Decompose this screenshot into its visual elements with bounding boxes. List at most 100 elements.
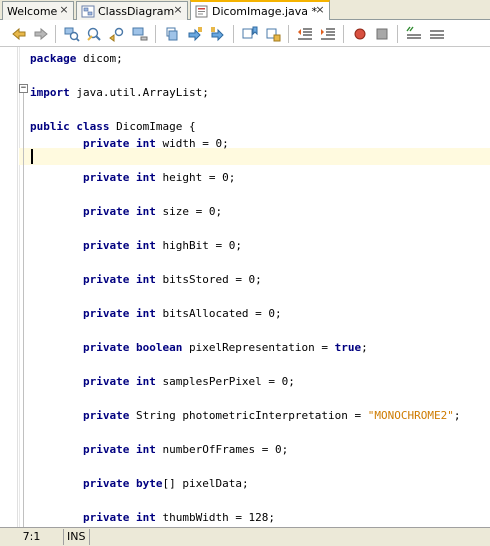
diagram-file-icon [81,5,95,18]
string-token: "MONOCHROME2" [367,409,454,422]
keyword-token: int [135,171,156,184]
code-line[interactable]: private String photometricInterpretation… [30,407,461,424]
close-icon[interactable]: × [315,4,325,15]
keyword-token: byte [135,477,163,490]
next-error-icon[interactable] [264,25,282,43]
code-token: bitsAllocated = 0; [155,307,282,320]
keyword-token: boolean [135,341,183,354]
keyword-token: private [82,409,130,422]
keyword-token: public [30,120,70,133]
code-line[interactable]: public class DicomImage { [30,118,196,135]
status-bar: 7:1 INS [0,527,490,546]
code-token: [] pixelData; [162,477,249,490]
code-line[interactable]: private int samplesPerPixel = 0; [30,373,295,390]
tab-classdiagram-label: ClassDiagram [98,4,175,18]
keyword-token: class [76,120,110,133]
code-line[interactable]: private int thumbWidth = 128; [30,509,275,526]
fold-margin [19,47,20,527]
code-line[interactable]: private int height = 0; [30,169,235,186]
code-token: highBit = 0; [155,239,242,252]
code-token: size = 0; [155,205,223,218]
code-token: samplesPerPixel = 0; [155,375,295,388]
tab-classdiagram[interactable]: ClassDiagram × [76,1,188,20]
previous-bookmark-icon[interactable] [186,25,204,43]
keyword-token: int [135,205,156,218]
toolbar-separator [397,25,398,43]
start-macro-icon[interactable] [351,25,369,43]
toolbar-separator [155,25,156,43]
keyword-token: private [82,375,130,388]
code-editor[interactable]: − package dicom; import java.util.ArrayLi… [0,47,490,527]
keyword-token: import [30,86,70,99]
code-token: ; [453,409,461,422]
toggle-bookmark-icon[interactable] [241,25,259,43]
code-line[interactable]: private int width = 0; [30,135,229,152]
tab-welcome-label: Welcome [7,4,58,18]
keyword-token: true [334,341,362,354]
code-line[interactable]: private int highBit = 0; [30,237,242,254]
code-token: String photometricInterpretation = [129,409,368,422]
keyword-token: private [82,205,130,218]
find-selection-icon[interactable] [63,25,81,43]
toggle-highlight-icon[interactable] [163,25,181,43]
find-next-icon[interactable] [131,25,149,43]
editor-toolbar [0,20,490,47]
code-token: dicom; [76,52,123,65]
keyword-token: private [82,239,130,252]
code-token: width = 0; [155,137,229,150]
toolbar-separator [233,25,234,43]
comment-icon[interactable] [405,25,423,43]
tab-dicomimage-java[interactable]: DicomImage.java * × [190,0,330,20]
insert-mode: INS [64,529,90,545]
code-token: height = 0; [155,171,236,184]
keyword-token: int [135,307,156,320]
code-token: pixelRepresentation = [182,341,335,354]
code-line[interactable]: private int size = 0; [30,203,222,220]
code-token: numberOfFrames = 0; [155,443,289,456]
tab-welcome[interactable]: Welcome × [2,1,74,20]
find-icon[interactable] [85,25,103,43]
code-line[interactable]: private byte[] pixelData; [30,475,249,492]
forward-icon[interactable] [32,25,50,43]
close-icon[interactable]: × [59,4,69,15]
find-previous-icon[interactable] [108,25,126,43]
stop-macro-icon[interactable] [373,25,391,43]
code-line[interactable]: private boolean pixelRepresentation = tr… [30,339,368,356]
code-token: DicomImage { [109,120,196,133]
editor-tab-bar: Welcome × ClassDiagram × DicomImage.java… [0,0,490,20]
code-token: ; [361,341,368,354]
keyword-token: int [135,443,156,456]
keyword-token: private [82,443,130,456]
code-line[interactable]: package dicom; [30,50,123,67]
fold-collapse-icon[interactable]: − [19,84,28,93]
next-bookmark-icon[interactable] [209,25,227,43]
close-icon[interactable]: × [173,4,183,15]
keyword-token: private [82,273,130,286]
toolbar-separator [288,25,289,43]
code-line[interactable]: private int numberOfFrames = 0; [30,441,288,458]
shift-right-icon[interactable] [319,25,337,43]
line-gutter[interactable] [0,47,18,527]
keyword-token: private [82,477,130,490]
code-line[interactable]: private int bitsStored = 0; [30,271,262,288]
code-line[interactable]: private int bitsAllocated = 0; [30,305,282,322]
shift-left-icon[interactable] [296,25,314,43]
code-token: java.util.ArrayList; [69,86,209,99]
back-icon[interactable] [10,25,28,43]
uncomment-icon[interactable] [428,25,446,43]
java-file-icon [195,5,209,18]
code-line[interactable]: import java.util.ArrayList; [30,84,209,101]
